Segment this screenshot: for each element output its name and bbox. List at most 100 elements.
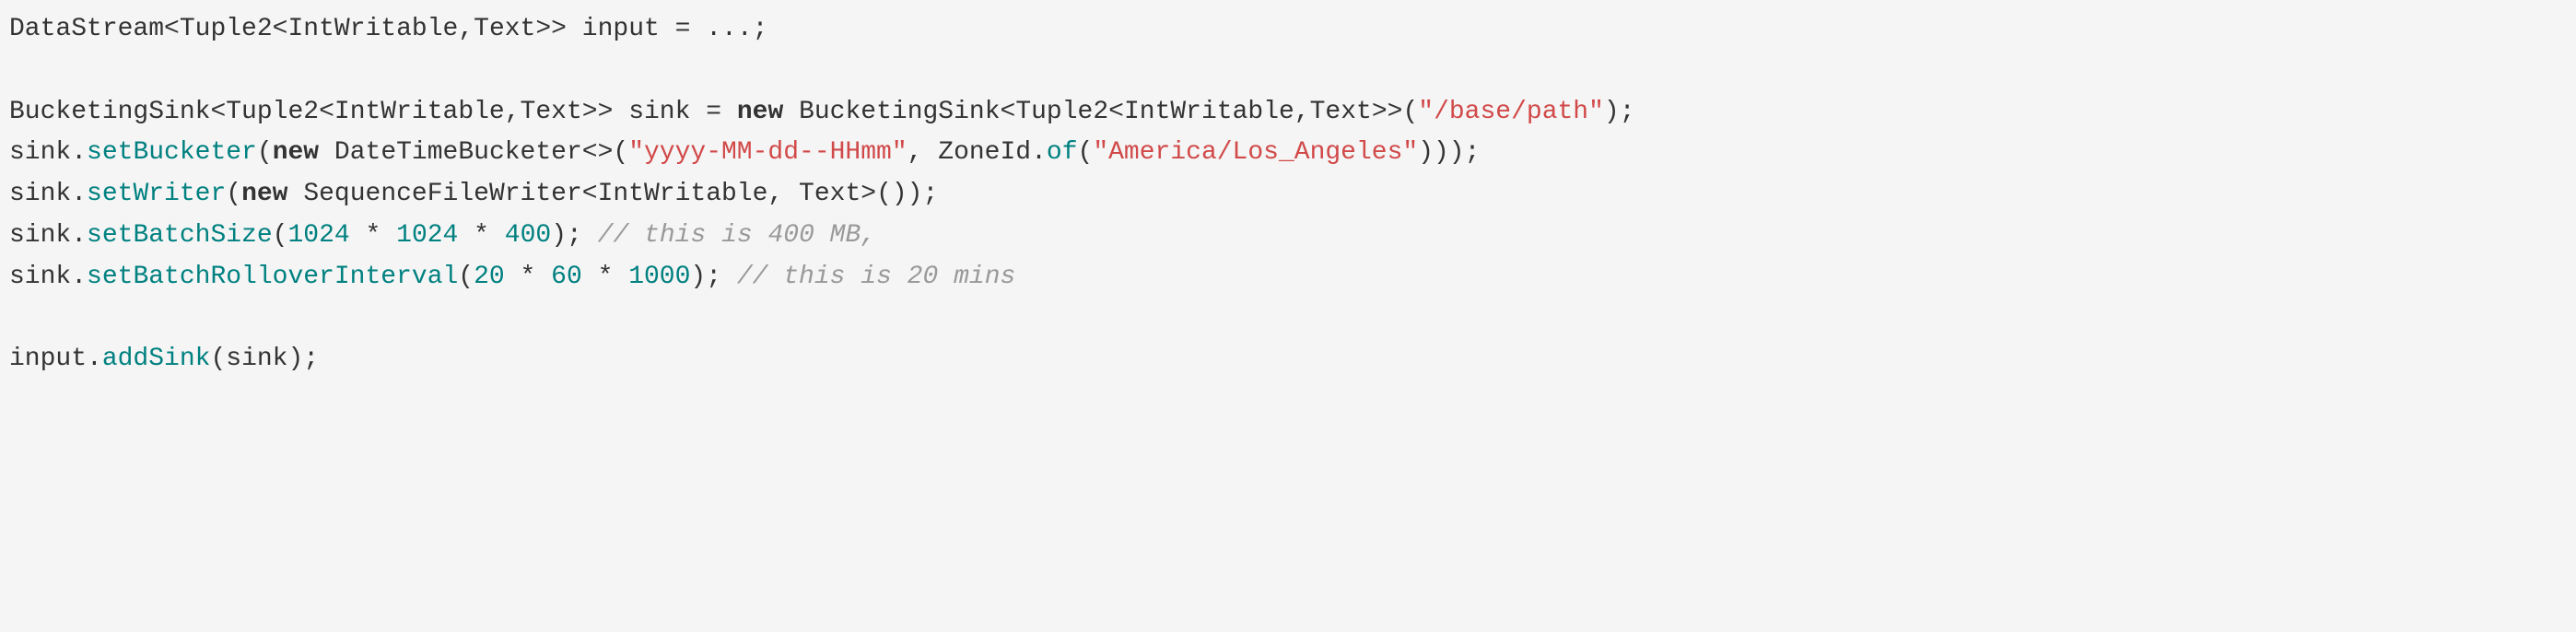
number-400: 400 [505, 221, 551, 250]
lt: < [319, 98, 334, 126]
keyword-new: new [737, 98, 783, 126]
code-line-9: input.addSink(sink); [9, 345, 319, 373]
space [489, 221, 505, 250]
space [922, 138, 938, 167]
var-input: input [582, 15, 660, 43]
string-zone: "America/Los_Angeles" [1093, 138, 1418, 167]
method-of: of [1047, 138, 1078, 167]
number-1000: 1000 [628, 263, 690, 291]
close-paren: ); [690, 263, 721, 291]
type-zoneid: ZoneId [938, 138, 1031, 167]
space [319, 138, 334, 167]
type-intwritable: IntWritable [334, 98, 505, 126]
number-1024: 1024 [396, 221, 458, 250]
gt-close: >()); [861, 180, 938, 208]
op-equals: = [675, 15, 691, 43]
method-setbucketer: setBucketer [87, 138, 257, 167]
comma: , [767, 180, 783, 208]
code-block: DataStream<Tuple2<IntWritable,Text>> inp… [9, 9, 2567, 380]
lt: < [582, 180, 598, 208]
gt: >> [582, 98, 614, 126]
dot: . [71, 138, 87, 167]
space [721, 263, 737, 291]
type-intwritable: IntWritable [598, 180, 768, 208]
var-sink: sink [9, 138, 71, 167]
method-setbatchsize: setBatchSize [87, 221, 273, 250]
code-line-4: sink.setBucketer(new DateTimeBucketer<>(… [9, 138, 1480, 167]
open-paren: ( [257, 138, 273, 167]
op-multiply: * [474, 221, 489, 250]
var-input: input [9, 345, 87, 373]
type-text: Text [474, 15, 535, 43]
lt: < [1108, 98, 1124, 126]
op-multiply: * [598, 263, 614, 291]
method-setwriter: setWriter [87, 180, 226, 208]
space [660, 15, 675, 43]
close-paren: ); [1604, 98, 1635, 126]
space [721, 98, 737, 126]
space [613, 98, 628, 126]
comma: , [1294, 98, 1310, 126]
comma: , [458, 15, 474, 43]
var-sink: sink [628, 98, 690, 126]
lt: < [273, 15, 288, 43]
type-intwritable: IntWritable [287, 15, 458, 43]
space [505, 263, 521, 291]
number-60: 60 [551, 263, 582, 291]
keyword-new: new [273, 138, 319, 167]
space [535, 263, 551, 291]
space [582, 221, 598, 250]
var-sink: sink [9, 180, 71, 208]
op-equals: = [706, 98, 721, 126]
type-intwritable: IntWritable [1124, 98, 1294, 126]
type-tuple2: Tuple2 [180, 15, 273, 43]
type-bucketingsink: BucketingSink [9, 98, 210, 126]
comment-20mins: // this is 20 mins [737, 263, 1015, 291]
lt: < [210, 98, 226, 126]
code-line-1: DataStream<Tuple2<IntWritable,Text>> inp… [9, 15, 767, 43]
lt: < [164, 15, 180, 43]
space [458, 221, 474, 250]
gt-paren: >>( [1372, 98, 1418, 126]
diamond: <>( [582, 138, 628, 167]
open-paren: ( [458, 263, 474, 291]
type-datetimebucketer: DateTimeBucketer [334, 138, 582, 167]
space [582, 263, 598, 291]
var-sink: sink [9, 263, 71, 291]
string-base-path: "/base/path" [1418, 98, 1604, 126]
type-text: Text [799, 180, 861, 208]
number-1024: 1024 [287, 221, 349, 250]
open-paren: ( [1078, 138, 1094, 167]
space [690, 98, 706, 126]
comma: , [505, 98, 521, 126]
dot: . [71, 221, 87, 250]
close-paren: ); [287, 345, 319, 373]
dot: . [87, 345, 102, 373]
var-sink: sink [9, 221, 71, 250]
close-paren: ))); [1418, 138, 1480, 167]
number-20: 20 [474, 263, 505, 291]
type-sequencefilewriter: SequenceFileWriter [303, 180, 581, 208]
open-paren: ( [210, 345, 226, 373]
code-line-5: sink.setWriter(new SequenceFileWriter<In… [9, 180, 938, 208]
code-line-7: sink.setBatchRolloverInterval(20 * 60 * … [9, 263, 1015, 291]
space [381, 221, 396, 250]
dot: . [71, 263, 87, 291]
keyword-new: new [241, 180, 287, 208]
method-addsink: addSink [102, 345, 211, 373]
space [288, 180, 304, 208]
type-tuple2: Tuple2 [1015, 98, 1108, 126]
space [350, 221, 366, 250]
type-bucketingsink: BucketingSink [799, 98, 1000, 126]
open-paren: ( [273, 221, 288, 250]
space [783, 180, 799, 208]
space [613, 263, 628, 291]
space [567, 15, 582, 43]
op-multiply: * [366, 221, 381, 250]
type-text: Text [1310, 98, 1372, 126]
method-setbatchrolloverinterval: setBatchRolloverInterval [87, 263, 458, 291]
space [783, 98, 799, 126]
open-paren: ( [226, 180, 241, 208]
space [690, 15, 706, 43]
type-datastream: DataStream [9, 15, 164, 43]
